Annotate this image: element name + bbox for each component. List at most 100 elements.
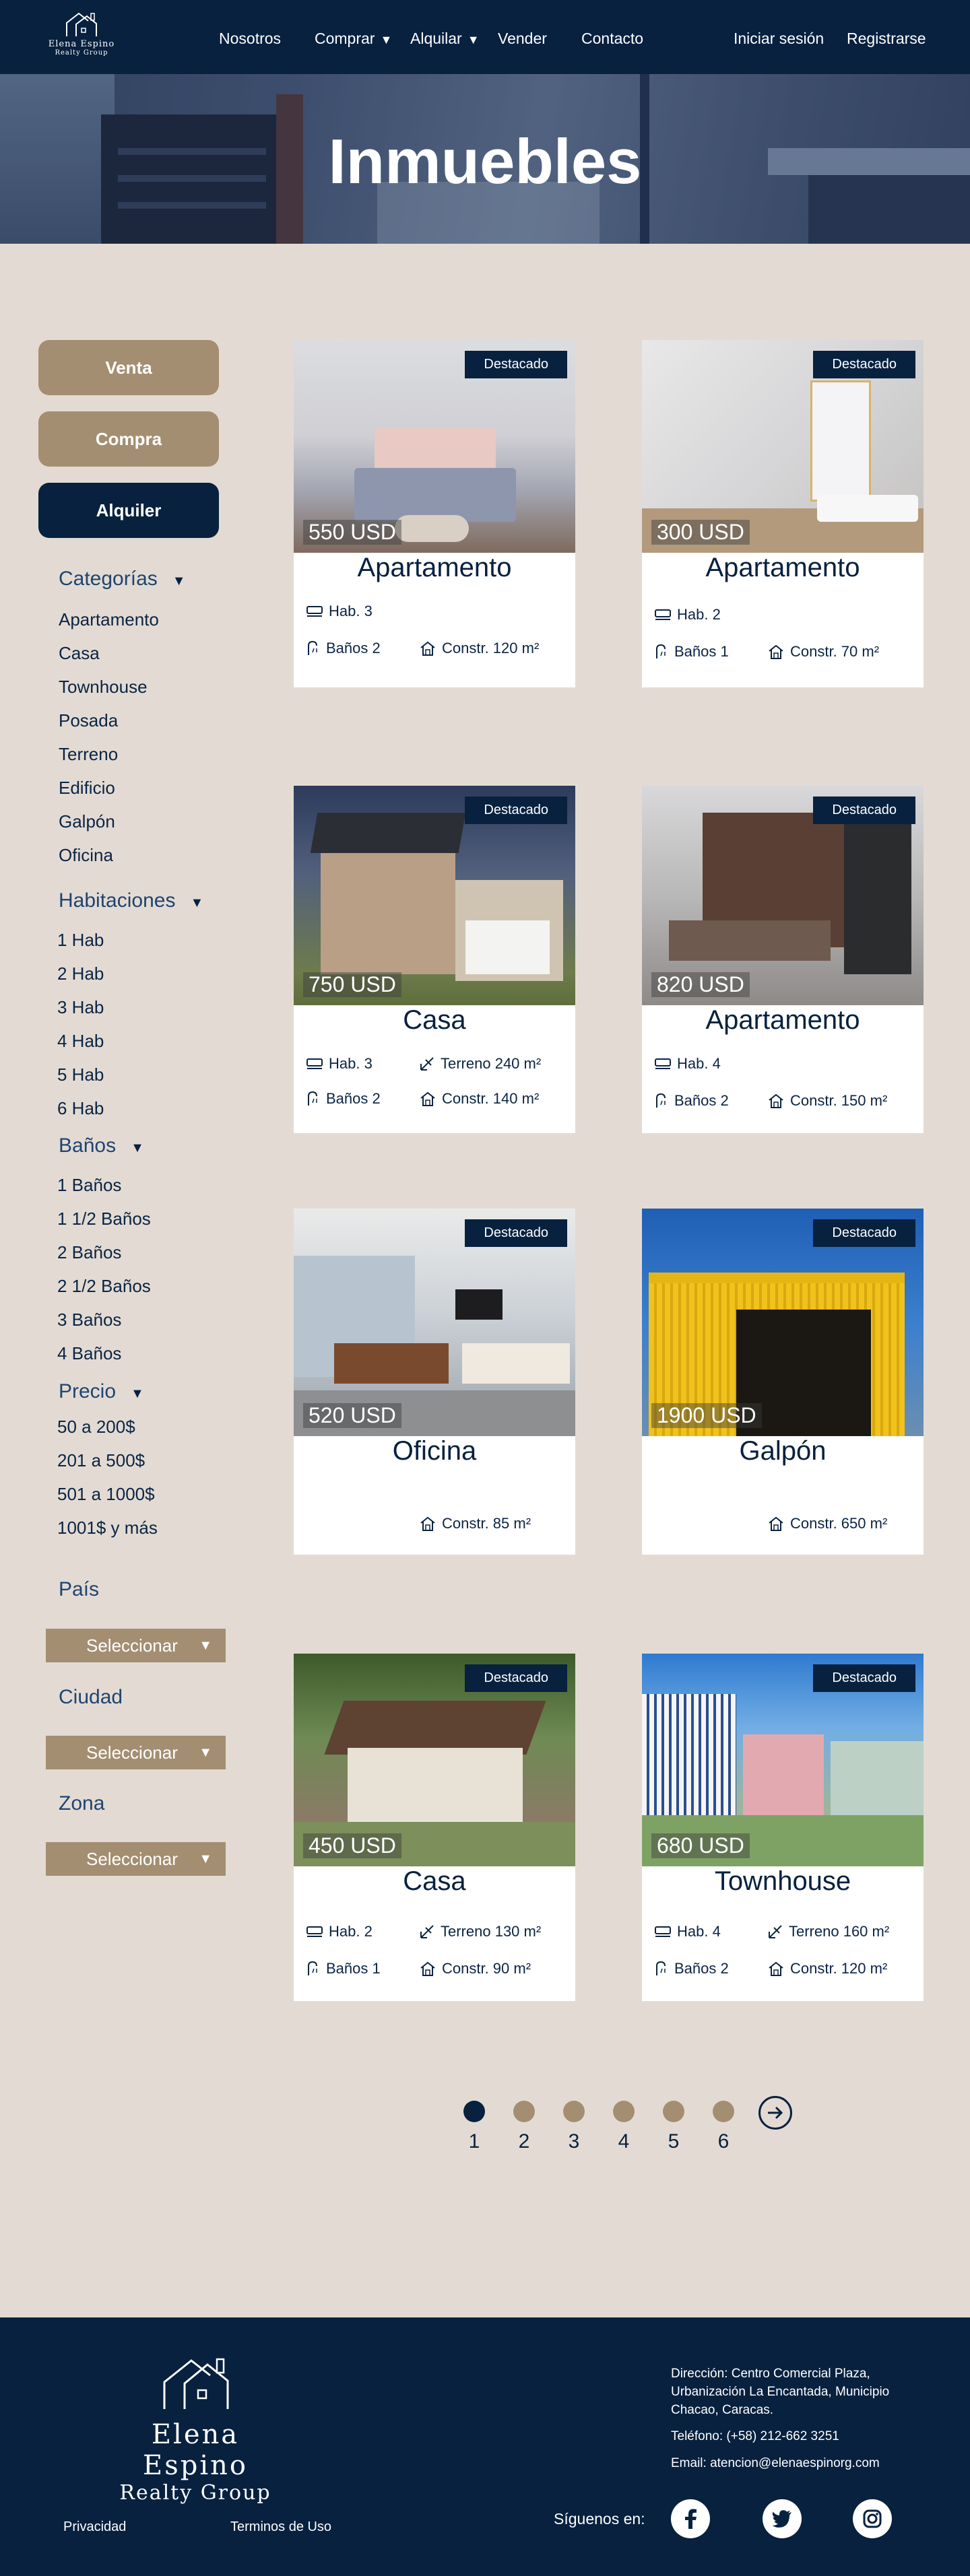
featured-badge: Destacado — [465, 1219, 567, 1247]
baths-option[interactable]: 1 1/2 Baños — [57, 1209, 151, 1229]
nav-link-vender[interactable]: Vender — [498, 30, 547, 48]
instagram-button[interactable] — [853, 2499, 892, 2538]
built-value: Constr. 90 m² — [442, 1960, 531, 1977]
baths-option[interactable]: 3 Baños — [57, 1310, 121, 1330]
price-option[interactable]: 201 a 500$ — [57, 1450, 145, 1471]
page-dot-3[interactable] — [563, 2101, 585, 2122]
page-number[interactable]: 3 — [563, 2130, 585, 2153]
footer-email[interactable]: Email: atencion@elenaespinorg.com — [671, 2454, 880, 2472]
nav-link-contacto[interactable]: Contacto — [581, 30, 643, 48]
category-option[interactable]: Posada — [59, 710, 118, 731]
twitter-button[interactable] — [763, 2499, 802, 2538]
price-filter-toggle[interactable]: Precio ▼ — [59, 1380, 144, 1403]
built-spec: Constr. 70 m² — [767, 643, 879, 660]
caret-down-icon: ▼ — [199, 1637, 212, 1653]
nav-link-alquilar[interactable]: Alquilar ▼ — [410, 30, 480, 48]
listing-card[interactable]: Destacado 750 USD Casa Hab. 3 Terreno 24… — [294, 786, 575, 1133]
shower-icon — [308, 1091, 317, 1106]
brand-logo[interactable]: Elena Espino Realty Group — [38, 9, 125, 65]
baths-spec: Baños 2 — [654, 1092, 729, 1110]
built-spec: Constr. 140 m² — [419, 1090, 539, 1108]
listing-photo: Destacado 750 USD — [294, 786, 575, 1005]
listing-card[interactable]: Destacado 680 USD Townhouse Hab. 4 Terre… — [642, 1654, 924, 2001]
brand-name: Elena Espino — [48, 39, 115, 49]
rooms-option[interactable]: 1 Hab — [57, 930, 104, 951]
baths-option[interactable]: 2 1/2 Baños — [57, 1276, 151, 1297]
built-spec: Constr. 120 m² — [419, 640, 539, 657]
brand-tagline: Realty Group — [55, 49, 108, 57]
listing-price: 750 USD — [303, 972, 401, 997]
listing-card[interactable]: Destacado 550 USD Apartamento Hab. 3 Bañ… — [294, 340, 575, 687]
listing-card[interactable]: Destacado 520 USD Oficina Constr. 85 m² — [294, 1209, 575, 1555]
price-option[interactable]: 50 a 200$ — [57, 1417, 135, 1437]
price-option[interactable]: 1001$ y más — [57, 1518, 158, 1538]
listing-card[interactable]: Destacado 300 USD Apartamento Hab. 2 Bañ… — [642, 340, 924, 687]
country-select[interactable]: Seleccionar ▼ — [46, 1629, 226, 1662]
page-number[interactable]: 1 — [463, 2130, 485, 2153]
category-option[interactable]: Galpón — [59, 811, 115, 832]
house-icon — [420, 641, 435, 656]
filter-venta-button[interactable]: Venta — [38, 340, 219, 395]
city-select[interactable]: Seleccionar ▼ — [46, 1736, 226, 1769]
category-option[interactable]: Townhouse — [59, 677, 148, 698]
rooms-value: Hab. 3 — [329, 603, 373, 619]
footer-phone: Teléfono: (+58) 212-662 3251 — [671, 2429, 839, 2443]
rooms-option[interactable]: 2 Hab — [57, 963, 104, 984]
baths-option[interactable]: 1 Baños — [57, 1175, 121, 1196]
instagram-icon — [863, 2509, 882, 2528]
page-dot-6[interactable] — [713, 2101, 734, 2122]
rooms-option[interactable]: 4 Hab — [57, 1031, 104, 1052]
page-number[interactable]: 6 — [713, 2130, 734, 2153]
privacy-link[interactable]: Privacidad — [63, 2519, 126, 2535]
land-spec: Terreno 130 m² — [419, 1923, 541, 1940]
next-page-button[interactable] — [758, 2096, 792, 2130]
built-value: Constr. 140 m² — [442, 1090, 540, 1107]
listing-price: 450 USD — [303, 1833, 401, 1858]
register-link[interactable]: Registrarse — [847, 30, 926, 48]
listing-type: Galpón — [739, 1436, 827, 1466]
category-option[interactable]: Oficina — [59, 845, 113, 866]
rooms-option[interactable]: 6 Hab — [57, 1098, 104, 1119]
category-option[interactable]: Terreno — [59, 744, 118, 765]
listing-photo: Destacado 1900 USD — [642, 1209, 924, 1436]
price-option[interactable]: 501 a 1000$ — [57, 1484, 155, 1505]
listing-price: 550 USD — [303, 520, 401, 545]
page-dot-2[interactable] — [513, 2101, 535, 2122]
category-option[interactable]: Casa — [59, 643, 100, 664]
listing-card[interactable]: Destacado 1900 USD Galpón Constr. 650 m² — [642, 1209, 924, 1555]
nav-link-nosotros[interactable]: Nosotros — [219, 30, 281, 48]
filter-alquiler-button[interactable]: Alquiler — [38, 483, 219, 538]
zone-select[interactable]: Seleccionar ▼ — [46, 1842, 226, 1876]
listing-photo: Destacado 680 USD — [642, 1654, 924, 1866]
facebook-button[interactable] — [671, 2499, 710, 2538]
baths-option[interactable]: 2 Baños — [57, 1242, 121, 1263]
page-dot-4[interactable] — [613, 2101, 635, 2122]
login-link[interactable]: Iniciar sesión — [734, 30, 824, 48]
page-dot-1[interactable] — [463, 2101, 485, 2122]
page-number[interactable]: 4 — [613, 2130, 635, 2153]
terms-link[interactable]: Terminos de Uso — [230, 2519, 331, 2535]
facebook-icon — [685, 2509, 697, 2529]
site-footer: Elena Espino Realty Group Dirección: Cen… — [0, 2317, 970, 2576]
rooms-option[interactable]: 3 Hab — [57, 997, 104, 1018]
baths-filter-toggle[interactable]: Baños ▼ — [59, 1134, 144, 1157]
listing-card[interactable]: Destacado 820 USD Apartamento Hab. 4 Bañ… — [642, 786, 924, 1133]
category-option[interactable]: Apartamento — [59, 609, 159, 630]
listing-card[interactable]: Destacado 450 USD Casa Hab. 2 Terreno 13… — [294, 1654, 575, 2001]
rooms-filter-toggle[interactable]: Habitaciones ▼ — [59, 889, 203, 912]
category-option[interactable]: Edificio — [59, 778, 115, 799]
twitter-icon — [772, 2510, 791, 2528]
footer-brand-logo[interactable]: Elena Espino Realty Group — [94, 2351, 296, 2505]
caret-down-icon: ▼ — [172, 574, 186, 588]
filter-compra-button[interactable]: Compra — [38, 411, 219, 467]
rooms-spec: Hab. 4 — [654, 1923, 721, 1940]
page-dot-5[interactable] — [663, 2101, 684, 2122]
rooms-option[interactable]: 5 Hab — [57, 1064, 104, 1085]
categories-filter-toggle[interactable]: Categorías ▼ — [59, 568, 186, 590]
nav-link-comprar[interactable]: Comprar ▼ — [315, 30, 392, 48]
page-number[interactable]: 2 — [513, 2130, 535, 2153]
listing-price: 1900 USD — [651, 1403, 762, 1428]
bed-icon — [655, 609, 671, 620]
baths-option[interactable]: 4 Baños — [57, 1343, 121, 1364]
page-number[interactable]: 5 — [663, 2130, 684, 2153]
